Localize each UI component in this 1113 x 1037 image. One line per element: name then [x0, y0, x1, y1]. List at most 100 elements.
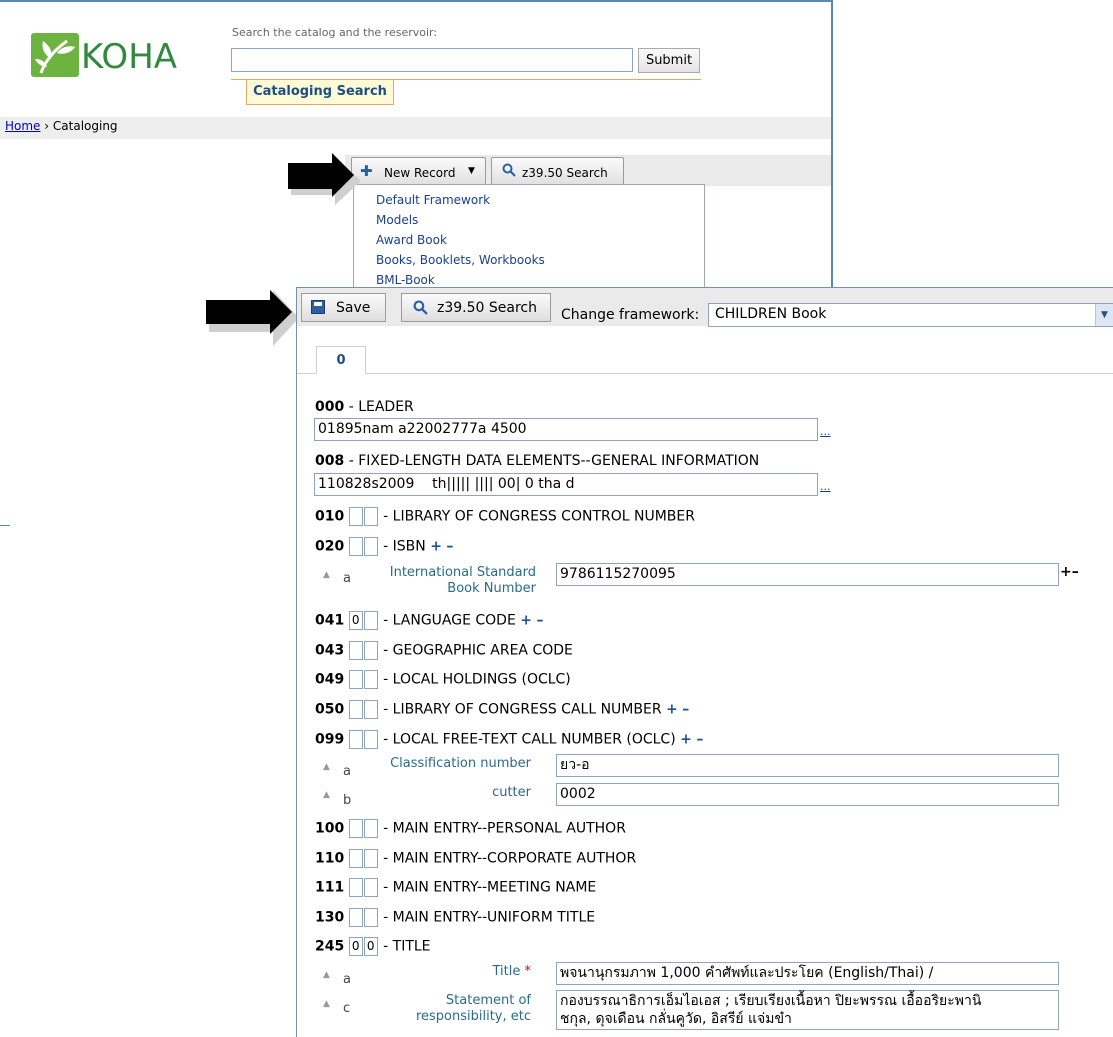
indicator-2-input[interactable] — [363, 730, 378, 749]
subfield-label: International Standard Book Number — [361, 565, 536, 597]
indicator-2-input[interactable] — [363, 700, 378, 719]
indicator-2-input[interactable] — [363, 670, 378, 689]
menu-item-models[interactable]: Models — [376, 213, 418, 227]
statement-of-responsibility-textarea[interactable]: กองบรรณาธิการเอ็มไอเอส ; เรียบเรียงเนื้อ… — [556, 990, 1059, 1030]
indicator-1-input[interactable] — [348, 537, 363, 556]
indicator-1-input[interactable] — [348, 641, 363, 660]
add-field-button[interactable]: + — [520, 613, 532, 629]
subfield-label: Statement of responsibility, etc — [356, 993, 531, 1025]
koha-logo[interactable]: KOHA — [31, 33, 207, 83]
change-framework-label: Change framework: — [561, 307, 700, 323]
move-up-icon[interactable]: ▲ — [323, 762, 330, 772]
indicator-2-input[interactable] — [363, 908, 378, 927]
add-field-button[interactable]: + — [680, 732, 692, 748]
subfield-code: a — [343, 972, 351, 987]
indicator-2-input[interactable] — [363, 819, 378, 838]
breadcrumb: Home › Cataloging — [5, 119, 118, 133]
menu-item-default-framework[interactable]: Default Framework — [376, 193, 490, 207]
plus-icon: ✚ — [360, 162, 373, 180]
leader-plugin-link[interactable]: ... — [820, 425, 831, 438]
indicator-1-input[interactable] — [348, 507, 363, 526]
remove-field-button[interactable]: – — [446, 539, 453, 555]
indicator-1-input[interactable] — [348, 700, 363, 719]
indicator-2-input[interactable]: 0 — [363, 937, 378, 956]
editor-z3950-search-button[interactable]: z39.50 Search — [401, 293, 551, 322]
search-caption: Search the catalog and the reservoir: — [232, 26, 438, 39]
catalog-search-input[interactable] — [231, 48, 633, 72]
move-up-icon[interactable]: ▲ — [323, 999, 330, 1009]
menu-item-books-booklets[interactable]: Books, Booklets, Workbooks — [376, 253, 545, 267]
tab-cataloging-search[interactable]: Cataloging Search — [246, 80, 394, 105]
move-up-icon[interactable]: ▲ — [323, 790, 330, 800]
new-record-button[interactable]: ✚ New Record ▼ — [351, 157, 486, 185]
indicator-2-input[interactable] — [363, 537, 378, 556]
indicator-1-input[interactable]: 0 — [348, 937, 363, 956]
tag-number: 000 — [315, 399, 345, 415]
fixed-length-input[interactable]: 110828s2009 th||||| |||| 00| 0 tha d — [314, 473, 818, 496]
indicator-2-input[interactable] — [363, 507, 378, 526]
classification-number-input[interactable]: ยว-อ — [556, 754, 1059, 777]
subfield-label-line-2: responsibility, etc — [415, 1009, 531, 1024]
add-subfield-button[interactable]: + — [1060, 564, 1072, 580]
leader-input[interactable]: 01895nam a22002777a 4500 — [314, 418, 818, 441]
isbn-input[interactable]: 9786115270095 — [556, 563, 1059, 586]
indicator-1-input[interactable]: 0 — [348, 611, 363, 630]
framework-select-value: CHILDREN Book — [715, 306, 827, 322]
remove-field-button[interactable]: – — [682, 702, 689, 718]
tag-name: - ISBN — [383, 538, 426, 555]
tag-name: - MAIN ENTRY--PERSONAL AUTHOR — [383, 820, 626, 837]
subfield-code: c — [343, 1001, 351, 1016]
field-008: 008 - FIXED-LENGTH DATA ELEMENTS--GENERA… — [315, 453, 759, 469]
tab-0[interactable]: 0 — [316, 346, 366, 374]
tag-number: 130 — [315, 909, 345, 926]
z3950-search-button[interactable]: z39.50 Search — [491, 157, 624, 185]
new-record-label: New Record — [384, 166, 456, 180]
tag-name: - LEADER — [348, 399, 414, 415]
fixed-length-plugin-link[interactable]: ... — [820, 480, 831, 493]
subfield-label: Classification number — [390, 756, 531, 771]
indicator-1-input[interactable] — [348, 878, 363, 897]
tag-name: - MAIN ENTRY--CORPORATE AUTHOR — [383, 850, 637, 867]
subfield-add-remove: +– — [1060, 564, 1079, 580]
field-130: 130 - MAIN ENTRY--UNIFORM TITLE — [315, 908, 595, 927]
field-099: 099 - LOCAL FREE-TEXT CALL NUMBER (OCLC)… — [315, 730, 703, 749]
indicator-1-input[interactable] — [348, 730, 363, 749]
field-020: 020 - ISBN + – — [315, 537, 453, 556]
caret-down-icon: ▼ — [468, 166, 475, 176]
remove-field-button[interactable]: – — [696, 732, 703, 748]
indicator-1-input[interactable] — [348, 908, 363, 927]
field-100: 100 - MAIN ENTRY--PERSONAL AUTHOR — [315, 819, 626, 838]
move-up-icon[interactable]: ▲ — [323, 570, 330, 580]
move-up-icon[interactable]: ▲ — [323, 970, 330, 980]
indicator-2-input[interactable] — [363, 849, 378, 868]
add-field-button[interactable]: + — [666, 702, 678, 718]
tag-number: 049 — [315, 671, 345, 688]
submit-button[interactable]: Submit — [638, 48, 700, 73]
tag-name: - LIBRARY OF CONGRESS CONTROL NUMBER — [383, 508, 695, 525]
field-000: 000 - LEADER — [315, 399, 414, 415]
indicator-2-input[interactable] — [363, 611, 378, 630]
menu-item-award-book[interactable]: Award Book — [376, 233, 447, 247]
add-field-button[interactable]: + — [430, 539, 442, 555]
tag-number: 110 — [315, 850, 345, 867]
indicator-1-input[interactable] — [348, 819, 363, 838]
cutter-input[interactable]: 0002 — [556, 783, 1059, 806]
remove-field-button[interactable]: – — [536, 613, 543, 629]
indicator-1-input[interactable] — [348, 670, 363, 689]
field-245: 245 00 - TITLE — [315, 937, 431, 956]
subfield-label-line-1: Statement of — [445, 993, 531, 1008]
annotation-arrow-icon — [206, 290, 299, 346]
subfield-code: a — [343, 764, 351, 779]
remove-subfield-button[interactable]: – — [1072, 564, 1079, 580]
save-button[interactable]: Save — [301, 293, 386, 322]
title-input[interactable]: พจนานุกรมภาพ 1,000 คำศัพท์และประโยค (Eng… — [556, 962, 1059, 985]
tag-number: 020 — [315, 538, 345, 555]
marc-editor-window: Save z39.50 Search Change framework: CHI… — [296, 287, 1113, 1037]
subfield-label: Title * — [356, 964, 531, 980]
indicator-2-input[interactable] — [363, 641, 378, 660]
indicator-2-input[interactable] — [363, 878, 378, 897]
indicator-1-input[interactable] — [348, 849, 363, 868]
menu-item-bml-book[interactable]: BML-Book — [376, 273, 435, 287]
breadcrumb-home-link[interactable]: Home — [5, 119, 40, 133]
framework-select[interactable]: CHILDREN Book ▼ — [708, 303, 1113, 327]
